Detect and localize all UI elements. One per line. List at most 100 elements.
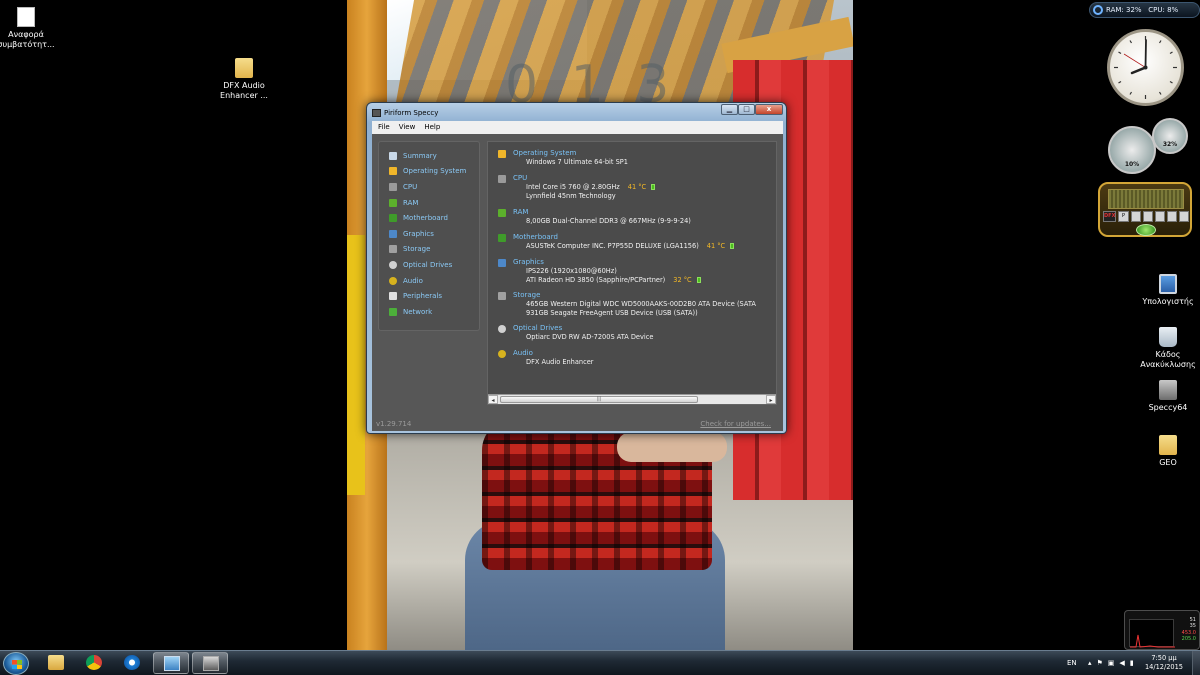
temperature-status-icon [730,243,735,249]
summary-panel: Operating System Windows 7 Ultimate 64-b… [487,141,777,405]
storage-drive: 931GB Seagate FreeAgent USB Device (USB … [526,308,698,317]
sidebar-item-operating-system[interactable]: Operating System [379,164,479,180]
section-title: RAM [513,208,529,216]
menu-help[interactable]: Help [421,121,443,134]
maximize-button[interactable]: □ [738,104,755,115]
summary-cpu: CPU Intel Core i5 760 @ 2.80GHz 41 °C Lyn… [498,174,776,200]
taskbar-ie[interactable] [114,652,150,674]
scroll-right-icon[interactable]: ▸ [766,395,776,404]
folder-icon [1159,435,1177,455]
storage-drive: 465GB Western Digital WDC WD5000AAKS-00D… [526,300,756,308]
sidebar-item-ram[interactable]: RAM [379,195,479,211]
minimize-button[interactable]: ▁ [721,104,738,115]
desktop-icon-label: Κάδος Ανακύκλωσης [1140,350,1196,369]
clock[interactable]: 7:50 μμ 14/12/2015 [1142,654,1186,672]
speaker-icon [498,350,506,358]
desktop-icon-compat-report[interactable]: Αναφορά συμβατότητ... [0,7,58,50]
dfx-audio-gadget[interactable]: DFX P [1098,182,1192,237]
language-indicator[interactable]: EN [1067,659,1077,667]
network-graph [1129,619,1175,648]
dfx-option-button[interactable] [1130,211,1141,222]
battery-icon[interactable]: ▮ [1130,659,1134,667]
sidebar-item-motherboard[interactable]: Motherboard [379,210,479,226]
dfx-option-button[interactable] [1178,211,1189,222]
power-icon[interactable] [1136,224,1156,236]
menu-view[interactable]: View [396,121,419,134]
start-button[interactable] [3,652,29,675]
desktop-icon-recycle-bin[interactable]: Κάδος Ανακύκλωσης [1136,327,1200,370]
clock-gadget[interactable] [1107,29,1184,106]
storage-icon [389,245,397,254]
volume-icon[interactable]: ◀ [1119,659,1124,667]
close-button[interactable]: x [755,104,783,115]
optical-disc-icon [498,325,506,333]
dfx-option-button[interactable] [1142,211,1153,222]
cpu-icon [389,182,397,191]
summary-icon [389,151,397,160]
desktop-icon-geo[interactable]: GEO [1136,435,1200,468]
dfx-toggle-button[interactable]: DFX [1103,211,1117,222]
sidebar-item-storage[interactable]: Storage [379,242,479,258]
taskbar-explorer[interactable] [38,652,74,674]
speccy-body: Summary Operating System CPU RAM Motherb… [372,134,783,431]
gpu-temperature: 32 °C [673,275,692,284]
scrollbar-thumb[interactable]: ||| [500,396,698,403]
clock-face-icon [1114,36,1177,99]
sidebar-item-label: Storage [403,245,431,254]
cpu-ram-gauge-gadget[interactable]: 10% 32% [1106,118,1188,176]
explorer-icon [48,655,64,670]
dfx-option-button[interactable] [1166,211,1177,222]
sidebar-item-peripherals[interactable]: Peripherals [379,288,479,304]
check-updates-link[interactable]: Check for updates... [700,420,771,428]
sidebar-item-label: Motherboard [403,214,448,223]
taskbar-remote-desktop[interactable] [153,652,189,674]
network-monitor-gadget[interactable]: 51 35 453.0 205.0 [1124,610,1200,650]
sidebar-item-graphics[interactable]: Graphics [379,226,479,242]
section-title: Optical Drives [513,324,563,332]
desktop-icon-label: GEO [1159,458,1177,467]
version-label: v1.29.714 [376,420,412,428]
menu-file[interactable]: File [375,121,393,134]
ram-usage: RAM: 32% [1106,6,1142,14]
taskbar-chrome[interactable] [76,652,112,674]
sidebar-item-label: Operating System [403,167,467,176]
ie-icon [124,655,140,670]
taskbar-speccy[interactable] [192,652,228,674]
sidebar-item-label: Optical Drives [403,260,453,269]
speccy-window[interactable]: Piriform Speccy ▁ □ x File View Help Sum… [366,102,787,434]
system-tray: EN ▴ ⚑ ▣ ◀ ▮ 7:50 μμ 14/12/2015 [1060,651,1200,675]
cpu-temperature: 41 °C [627,183,647,191]
section-title: CPU [513,174,528,182]
desktop-icon-computer[interactable]: Υπολογιστής [1136,274,1200,307]
audio-device: DFX Audio Enhancer [526,358,594,366]
optical-disc-icon [389,260,397,269]
cpu-technology: Lynnfield 45nm Technology [526,191,616,200]
desktop-icon-dfx-folder[interactable]: DFX Audio Enhancer ... [212,58,276,101]
dfx-option-button[interactable] [1154,211,1165,222]
computer-icon [1159,274,1177,294]
show-desktop-button[interactable] [1192,651,1200,675]
scroll-left-icon[interactable]: ◂ [488,395,498,404]
summary-storage: Storage 465GB Western Digital WDC WD5000… [498,291,776,317]
cpu-usage: CPU: 8% [1148,6,1179,14]
sidebar-item-cpu[interactable]: CPU [379,179,479,195]
show-hidden-icons-icon[interactable]: ▴ [1088,659,1092,667]
horizontal-scrollbar[interactable]: ◂ ||| ▸ [488,394,776,404]
folder-icon [235,58,253,78]
motherboard-icon [389,214,397,223]
sidebar-item-audio[interactable]: Audio [379,273,479,289]
sidebar-item-label: CPU [403,182,418,191]
desktop-icon-label: Αναφορά συμβατότητ... [0,30,55,49]
network-icon [389,307,397,316]
cpu-icon [498,175,506,183]
sidebar-item-network[interactable]: Network [379,304,479,320]
dfx-preset-button[interactable]: P [1118,211,1129,222]
sidebar-item-optical-drives[interactable]: Optical Drives [379,257,479,273]
action-center-flag-icon[interactable]: ⚑ [1097,659,1103,667]
ram-info: 8,00GB Dual-Channel DDR3 @ 667MHz (9-9-9… [526,217,691,225]
summary-motherboard: Motherboard ASUSTeK Computer INC. P7P55D… [498,233,776,251]
sidebar-item-summary[interactable]: Summary [379,148,479,164]
ram-cpu-meter-gadget[interactable]: RAM: 32% CPU: 8% [1089,2,1200,18]
network-icon[interactable]: ▣ [1108,659,1115,667]
desktop-icon-speccy64[interactable]: Speccy64 [1136,380,1200,413]
